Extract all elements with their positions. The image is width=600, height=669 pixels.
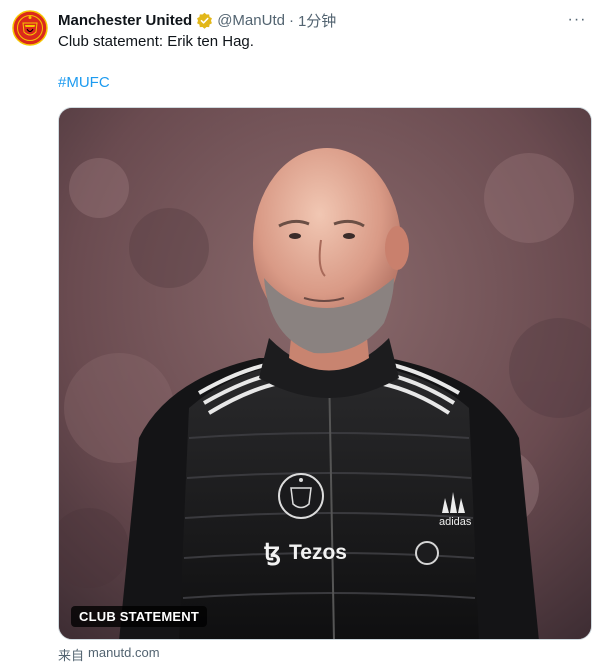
tezos-sponsor: ꜩ Tezos xyxy=(264,539,347,566)
tweet-timestamp[interactable]: 1分钟 xyxy=(298,10,336,31)
tweet-media-photo[interactable]: adidas ꜩ Tezos CLUB STATEMENT xyxy=(58,107,592,640)
source-domain-link[interactable]: manutd.com xyxy=(88,645,160,664)
adidas-wordmark: adidas xyxy=(439,516,472,528)
hashtag-link[interactable]: #MUFC xyxy=(58,74,110,91)
more-options-button[interactable]: ··· xyxy=(566,10,588,30)
verified-badge-icon xyxy=(197,12,213,29)
tweet: Manchester United @ManUtd · 1分钟 ··· Club… xyxy=(0,0,600,669)
more-options-icon: ··· xyxy=(567,11,587,28)
card-source: 来自 manutd.com xyxy=(58,645,160,664)
svg-text:ꜩ: ꜩ xyxy=(264,539,281,566)
jacket-crest-icon xyxy=(278,473,324,519)
photo-illustration: adidas ꜩ Tezos xyxy=(59,108,591,639)
tweet-text: Club statement: Erik ten Hag. xyxy=(58,33,254,50)
tweet-header: Manchester United @ManUtd · 1分钟 xyxy=(58,9,560,31)
tezos-wordmark: Tezos xyxy=(289,541,347,564)
author-display-name[interactable]: Manchester United xyxy=(58,12,192,29)
jacket-badge-icon xyxy=(415,541,439,565)
author-avatar[interactable] xyxy=(12,10,48,46)
source-prefix: 来自 xyxy=(58,648,85,663)
man-utd-crest-icon xyxy=(12,10,48,46)
club-statement-badge: CLUB STATEMENT xyxy=(71,606,208,627)
separator-dot: · xyxy=(288,11,294,29)
author-handle[interactable]: @ManUtd xyxy=(217,12,285,29)
